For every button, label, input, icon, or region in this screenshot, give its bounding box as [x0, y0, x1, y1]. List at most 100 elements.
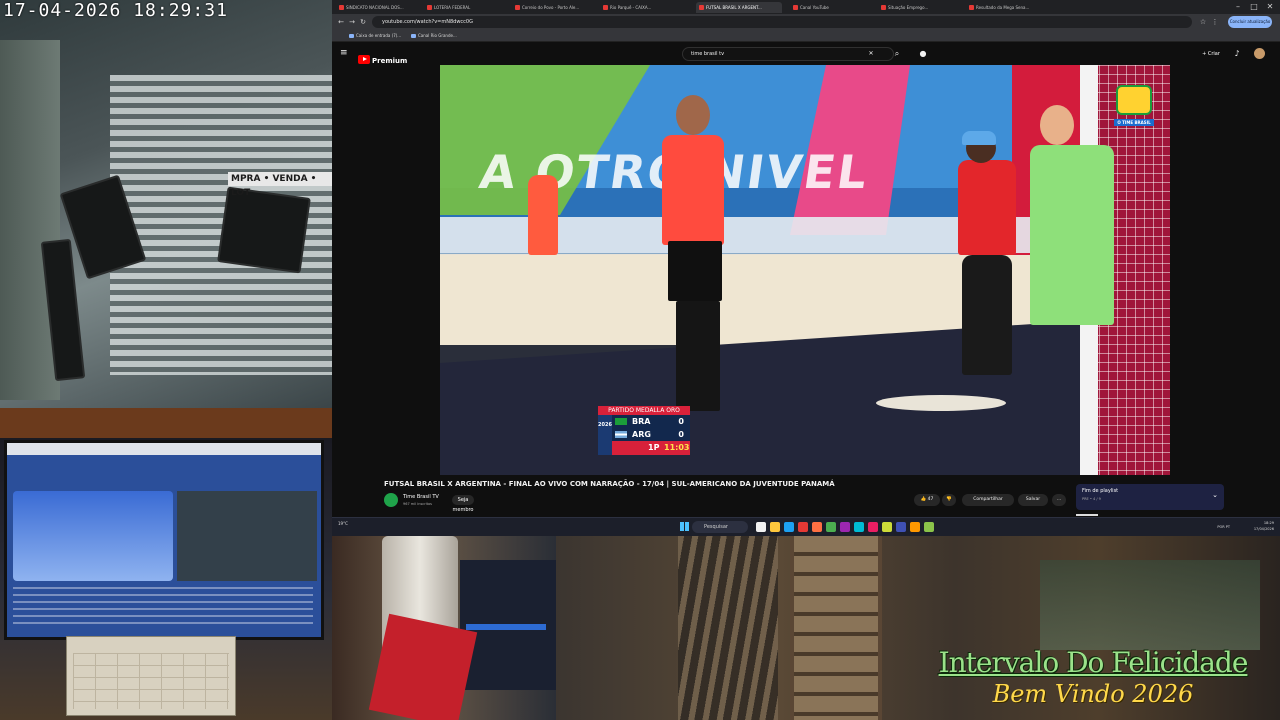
- app-icon[interactable]: [924, 522, 934, 532]
- app-icon[interactable]: [868, 522, 878, 532]
- share-button[interactable]: Compartilhar: [962, 494, 1014, 506]
- monitor-text-lines: [13, 587, 313, 627]
- more-actions-button[interactable]: …: [1052, 494, 1066, 506]
- hamburger-menu-icon[interactable]: ≡: [340, 48, 350, 58]
- calendar-grid: [73, 653, 229, 709]
- app-icon[interactable]: [812, 522, 822, 532]
- like-count: 47: [927, 497, 934, 502]
- extensions-icon[interactable]: ⋮: [1210, 17, 1220, 27]
- monitor-camera: [177, 491, 317, 581]
- taskbar-search[interactable]: Pesquisar: [692, 521, 748, 533]
- tab-label: LOTERIA FEDERAL: [434, 5, 471, 10]
- clear-search-icon[interactable]: ✕: [864, 47, 878, 61]
- team-score: 0: [678, 430, 684, 439]
- channel-watermark-text: O TIME BRASIL: [1114, 119, 1154, 126]
- video-player[interactable]: A OTRO NIVEL PARTIDO MEDALLA ORO 2026 BR…: [440, 65, 1170, 475]
- subscriber-count: 967 mil inscritos: [403, 502, 432, 506]
- app-icon[interactable]: [826, 522, 836, 532]
- youtube-logo-text: Premium: [372, 57, 408, 65]
- referee-shirt: [662, 135, 724, 245]
- channel-name[interactable]: Time Brasil TV: [403, 494, 439, 500]
- tab-strip: SINDICATO NACIONAL DOS... LOTERIA FEDERA…: [332, 0, 1280, 14]
- weather-widget[interactable]: 19°C: [338, 521, 348, 526]
- tab-favicon-icon: [515, 5, 520, 10]
- bookmark-item[interactable]: Canal Rio Grande...: [410, 31, 457, 41]
- browser-tab[interactable]: Situação Emprego...: [878, 2, 964, 13]
- task-view-icon[interactable]: [756, 522, 766, 532]
- channel-avatar[interactable]: [384, 493, 398, 507]
- like-button[interactable]: 👍 47: [914, 494, 940, 506]
- channel-logo-icon: [1116, 85, 1152, 115]
- browser-tab[interactable]: Rio Parquê - CAIXA...: [600, 2, 686, 13]
- playlist-title: Fim de playlist: [1082, 488, 1119, 494]
- scoreboard: PARTIDO MEDALLA ORO 2026 BRA 0 ARG 0 1P …: [598, 406, 690, 455]
- reload-icon[interactable]: ↻: [358, 17, 368, 27]
- star-icon[interactable]: ☆: [1198, 17, 1208, 27]
- notifications-icon[interactable]: ♪: [1230, 47, 1244, 61]
- save-button[interactable]: Salvar: [1018, 494, 1048, 506]
- channel-watermark: O TIME BRASIL: [1114, 85, 1154, 145]
- youtube-play-icon: [358, 55, 370, 64]
- app-icon[interactable]: [840, 522, 850, 532]
- chrome-icon[interactable]: [798, 522, 808, 532]
- join-button[interactable]: Seja membro: [452, 495, 474, 513]
- browser-tab-active[interactable]: FUTSAL BRASIL X ARGENT...: [696, 2, 782, 13]
- monitor-video: [13, 491, 173, 581]
- file-explorer-icon[interactable]: [770, 522, 780, 532]
- address-bar: ← → ↻ youtube.com/watch?v=mN8dwcc0G ☆ ⋮ …: [332, 14, 1280, 30]
- youtube-logo[interactable]: Premium: [358, 48, 407, 65]
- edge-icon[interactable]: [784, 522, 794, 532]
- app-icon[interactable]: [882, 522, 892, 532]
- overlay-subtitle: Bem Vindo 2026: [992, 680, 1194, 708]
- dislike-icon[interactable]: 👎: [942, 494, 956, 506]
- camera-timestamp: 17-04-2026 18:29:31: [3, 0, 228, 21]
- referee-legs: [676, 301, 720, 411]
- match-clock: 11:03: [664, 443, 690, 452]
- score-row-home: BRA 0: [612, 415, 690, 428]
- browser-tab[interactable]: Canal YouTube: [790, 2, 876, 13]
- browser-tab[interactable]: Resultado da Mega Sena...: [966, 2, 1052, 13]
- tab-label: SINDICATO NACIONAL DOS...: [346, 5, 404, 10]
- red-booklet: [368, 613, 478, 720]
- close-icon[interactable]: ✕: [1262, 0, 1278, 14]
- tab-label: Resultado da Mega Sena...: [976, 5, 1030, 10]
- scroll-indicator: [1076, 514, 1098, 516]
- update-button[interactable]: Concluir atualização: [1228, 16, 1272, 28]
- referee-head: [676, 95, 710, 135]
- bookmark-item[interactable]: Caixa de entrada (7)...: [348, 31, 401, 41]
- browser-tab[interactable]: SINDICATO NACIONAL DOS...: [336, 2, 422, 13]
- microphone-icon[interactable]: ●: [916, 47, 930, 61]
- tab-label: Situação Emprego...: [888, 5, 929, 10]
- overlay-title: Intervalo Do Felicidade: [938, 646, 1249, 679]
- app-icon[interactable]: [854, 522, 864, 532]
- clock-date: 17/04/2026: [1253, 527, 1274, 531]
- scoreboard-title: PARTIDO MEDALLA ORO: [598, 406, 690, 415]
- playlist-meta: PRE • 4 / 9: [1082, 497, 1101, 501]
- playlist-panel[interactable]: Fim de playlist PRE • 4 / 9 ⌄: [1076, 484, 1224, 510]
- forward-icon[interactable]: →: [347, 17, 357, 27]
- create-button[interactable]: + Criar: [1198, 49, 1224, 59]
- floor-mop: [876, 395, 1006, 411]
- tab-favicon-icon: [339, 5, 344, 10]
- avatar[interactable]: [1254, 48, 1265, 59]
- tab-label: FUTSAL BRASIL X ARGENT...: [706, 5, 762, 10]
- app-icon[interactable]: [896, 522, 906, 532]
- minimize-icon[interactable]: –: [1230, 0, 1246, 14]
- browser-tab[interactable]: Correio do Povo - Porto Ale...: [512, 2, 598, 13]
- windows-start-icon[interactable]: [680, 522, 689, 531]
- search-input[interactable]: time brasil tv: [682, 47, 894, 61]
- url-field[interactable]: youtube.com/watch?v=mN8dwcc0G: [372, 16, 1192, 28]
- app-icon[interactable]: [910, 522, 920, 532]
- staff-cap: [962, 131, 996, 145]
- browser-window: SINDICATO NACIONAL DOS... LOTERIA FEDERA…: [332, 0, 1280, 536]
- shelf: [1040, 560, 1260, 650]
- maximize-icon[interactable]: □: [1246, 0, 1262, 14]
- wooden-door: [790, 536, 882, 720]
- browser-tab[interactable]: LOTERIA FEDERAL: [424, 2, 510, 13]
- tab-label: Rio Parquê - CAIXA...: [610, 5, 652, 10]
- system-clock[interactable]: 18:29 17/04/2026: [1254, 520, 1274, 532]
- back-icon[interactable]: ←: [336, 17, 346, 27]
- chevron-down-icon[interactable]: ⌄: [1212, 491, 1218, 499]
- search-icon[interactable]: ⌕: [890, 47, 904, 61]
- input-language[interactable]: POR PT: [1217, 525, 1230, 529]
